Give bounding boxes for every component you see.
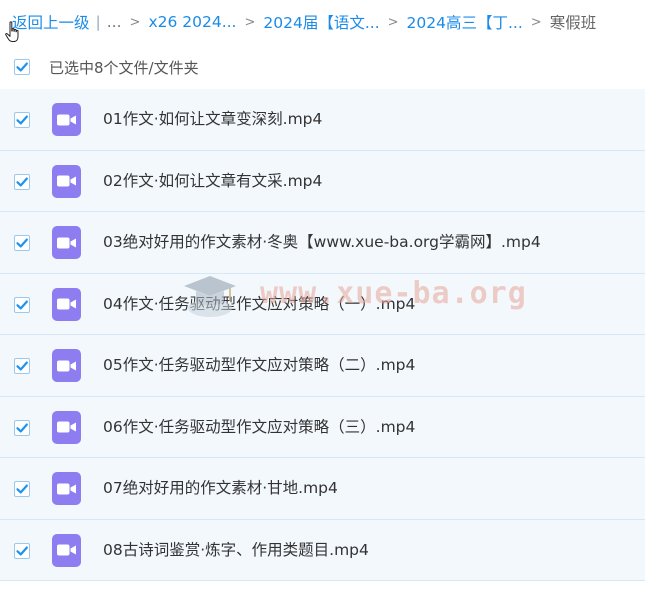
- chevron-right-icon: >: [530, 14, 542, 30]
- video-file-icon: [52, 164, 81, 198]
- file-row[interactable]: 07绝对好用的作文素材·甘地.mp4: [0, 458, 645, 520]
- checkbox-checked-icon: [16, 115, 28, 125]
- breadcrumb: 返回上一级 | ... > x26 2024... > 2024届【语文... …: [12, 10, 596, 34]
- file-checkbox[interactable]: [14, 419, 30, 436]
- checkbox-checked-icon: [16, 423, 28, 432]
- chevron-right-icon: >: [129, 14, 141, 30]
- breadcrumb-divider: |: [95, 13, 101, 31]
- breadcrumb-item[interactable]: 2024高三【丁...: [407, 11, 523, 33]
- chevron-right-icon: >: [387, 14, 399, 30]
- file-row[interactable]: 04作文·任务驱动型作文应对策略（一）.mp4: [0, 273, 645, 335]
- file-row[interactable]: 08古诗词鉴赏·炼字、作用类题目.mp4: [0, 519, 645, 581]
- checkbox-checked-icon: [16, 300, 28, 309]
- file-row[interactable]: 03绝对好用的作文素材·冬奥【www.xue-ba.org学霸网】.mp4: [0, 212, 645, 274]
- file-checkbox[interactable]: [14, 358, 30, 374]
- file-checkbox[interactable]: [14, 481, 30, 497]
- breadcrumb-item[interactable]: x26 2024...: [148, 13, 236, 31]
- file-checkbox[interactable]: [14, 296, 30, 313]
- select-all-checkbox[interactable]: [14, 59, 30, 75]
- hand-pointer-icon: [5, 21, 19, 42]
- checkbox-checked-icon: [16, 546, 28, 555]
- file-checkbox[interactable]: [14, 173, 30, 190]
- file-checkbox[interactable]: [14, 112, 30, 128]
- file-name[interactable]: 06作文·任务驱动型作文应对策略（三）.mp4: [103, 397, 415, 458]
- video-file-icon: [52, 533, 81, 567]
- file-name[interactable]: 08古诗词鉴赏·炼字、作用类题目.mp4: [103, 520, 369, 581]
- breadcrumb-ellipsis[interactable]: ...: [107, 13, 122, 31]
- checkbox-checked-icon: [16, 361, 28, 371]
- file-row[interactable]: 02作文·如何让文章有文采.mp4: [0, 150, 645, 212]
- checkbox-checked-icon: [16, 238, 28, 248]
- file-row[interactable]: 05作文·任务驱动型作文应对策略（二）.mp4: [0, 335, 645, 397]
- breadcrumb-back-link[interactable]: 返回上一级: [12, 11, 90, 33]
- selection-bar: 已选中8个文件/文件夹: [0, 50, 645, 84]
- video-file-icon: [52, 349, 81, 382]
- file-name[interactable]: 04作文·任务驱动型作文应对策略（一）.mp4: [103, 274, 415, 335]
- file-checkbox[interactable]: [14, 235, 30, 251]
- selection-count-label: 已选中8个文件/文件夹: [49, 58, 199, 77]
- checkbox-checked-icon: [16, 177, 28, 186]
- file-name[interactable]: 01作文·如何让文章变深刻.mp4: [103, 89, 322, 150]
- breadcrumb-current: 寒假班: [549, 14, 597, 32]
- file-list: 01作文·如何让文章变深刻.mp4 02作文·如何让文章有文采.mp4 03绝对…: [0, 89, 645, 581]
- video-file-icon: [52, 103, 81, 136]
- file-name[interactable]: 02作文·如何让文章有文采.mp4: [103, 151, 322, 212]
- video-file-icon: [52, 287, 81, 321]
- video-file-icon: [52, 226, 81, 259]
- checkbox-checked-icon: [16, 62, 28, 72]
- file-checkbox[interactable]: [14, 542, 30, 559]
- file-row[interactable]: 01作文·如何让文章变深刻.mp4: [0, 89, 645, 151]
- chevron-right-icon: >: [244, 14, 256, 30]
- breadcrumb-item[interactable]: 2024届【语文...: [263, 11, 379, 33]
- file-name[interactable]: 03绝对好用的作文素材·冬奥【www.xue-ba.org学霸网】.mp4: [103, 212, 541, 273]
- file-row[interactable]: 06作文·任务驱动型作文应对策略（三）.mp4: [0, 396, 645, 458]
- video-file-icon: [52, 410, 81, 444]
- checkbox-checked-icon: [16, 484, 28, 494]
- video-file-icon: [52, 472, 81, 505]
- file-name[interactable]: 07绝对好用的作文素材·甘地.mp4: [103, 458, 338, 519]
- file-name[interactable]: 05作文·任务驱动型作文应对策略（二）.mp4: [103, 335, 415, 396]
